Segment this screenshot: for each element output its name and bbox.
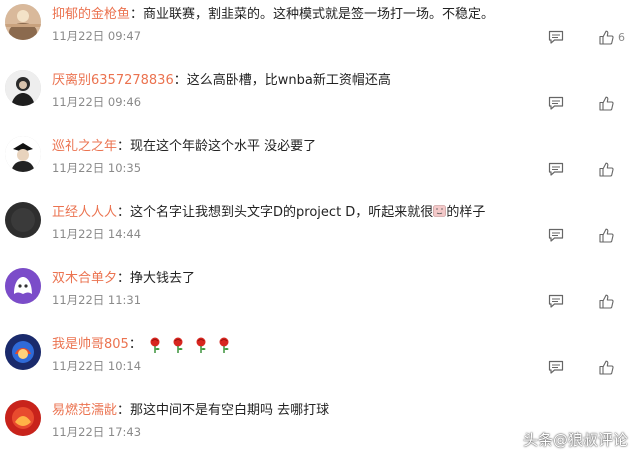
username[interactable]: 双木合单夕 <box>52 271 117 286</box>
separator: ： <box>117 403 131 418</box>
comment-item: 正经人人人：这个名字让我想到头文字D的project D，听起来就很 的样子 11… <box>0 198 640 264</box>
separator: ： <box>173 73 187 88</box>
comment-icon[interactable] <box>548 294 564 308</box>
thumbs-up-icon[interactable] <box>599 162 614 177</box>
avatar[interactable] <box>5 202 41 238</box>
timestamp: 11月22日 10:35 <box>52 161 142 175</box>
username[interactable]: 我是帅哥805 <box>52 337 129 352</box>
avatar[interactable] <box>5 334 41 370</box>
comment-item: 我是帅哥805： 11月22日 10:14 <box>0 330 640 396</box>
watermark: 头条@狼叔评论 <box>522 431 628 449</box>
comment-line: 巡礼之之年：现在这个年龄这个水平 没必要了 <box>52 138 316 156</box>
avatar[interactable] <box>5 400 41 436</box>
thumbs-up-icon[interactable] <box>599 360 614 375</box>
timestamp: 11月22日 09:46 <box>52 95 142 109</box>
timestamp: 11月22日 17:43 <box>52 425 142 439</box>
avatar[interactable] <box>5 136 41 172</box>
comment-text: 商业联赛，割韭菜的。这种模式就是签一场打一场。不稳定。 <box>143 7 495 22</box>
comment-text: 这么高卧槽，比wnba新工资帽还高 <box>186 73 391 88</box>
comment-icon[interactable] <box>548 360 564 374</box>
separator: ： <box>117 205 131 220</box>
comment-text: 现在这个年龄这个水平 没必要了 <box>130 139 317 154</box>
thumbs-up-icon[interactable] <box>599 30 614 45</box>
avatar[interactable] <box>5 70 41 106</box>
comment-item: 厌离别6357278836：这么高卧槽，比wnba新工资帽还高 11月22日 0… <box>0 66 640 132</box>
separator: ： <box>130 7 144 22</box>
username[interactable]: 抑郁的金枪鱼 <box>52 7 130 22</box>
rose-emoji-icon <box>196 337 206 353</box>
username[interactable]: 厌离别6357278836 <box>52 73 174 88</box>
comment-line: 双木合单夕：挣大钱去了 <box>52 270 195 288</box>
rose-emoji-group <box>148 337 231 353</box>
comment-line: 易燃范濡龀：那这中间不是有空白期吗 去哪打球 <box>52 402 329 420</box>
comment-line: 厌离别6357278836：这么高卧槽，比wnba新工资帽还高 <box>52 72 391 90</box>
comment-line: 正经人人人：这个名字让我想到头文字D的project D，听起来就很 的样子 <box>52 204 485 222</box>
avatar[interactable] <box>5 4 41 40</box>
rose-emoji-icon <box>173 337 183 353</box>
rose-emoji-icon <box>150 337 160 353</box>
thumbs-up-icon[interactable] <box>599 294 614 309</box>
comment-item: 巡礼之之年：现在这个年龄这个水平 没必要了 11月22日 10:35 <box>0 132 640 198</box>
username[interactable]: 正经人人人 <box>52 205 117 220</box>
like-count: 6 <box>618 31 625 44</box>
comment-icon[interactable] <box>548 228 564 242</box>
comment-text: 那这中间不是有空白期吗 去哪打球 <box>130 403 330 418</box>
avatar[interactable] <box>5 268 41 304</box>
timestamp: 11月22日 11:31 <box>52 293 142 307</box>
username[interactable]: 巡礼之之年 <box>52 139 117 154</box>
thumbs-up-icon[interactable] <box>599 228 614 243</box>
comment-icon[interactable] <box>548 96 564 110</box>
comment-icon[interactable] <box>548 162 564 176</box>
thumbs-up-icon[interactable] <box>599 96 614 111</box>
comment-item: 抑郁的金枪鱼：商业联赛，割韭菜的。这种模式就是签一场打一场。不稳定。 11月22… <box>0 0 640 66</box>
comment-line: 我是帅哥805： <box>52 336 231 354</box>
timestamp: 11月22日 09:47 <box>52 29 142 43</box>
comment-text-end: 的样子 <box>446 205 486 220</box>
comment-text: 挣大钱去了 <box>130 271 196 286</box>
separator: ： <box>117 139 131 154</box>
comment-icon[interactable] <box>548 30 564 44</box>
comment-line: 抑郁的金枪鱼：商业联赛，割韭菜的。这种模式就是签一场打一场。不稳定。 <box>52 6 494 24</box>
rose-emoji-icon <box>219 337 229 353</box>
username[interactable]: 易燃范濡龀 <box>52 403 117 418</box>
timestamp: 11月22日 14:44 <box>52 227 142 241</box>
timestamp: 11月22日 10:14 <box>52 359 142 373</box>
separator: ： <box>117 271 131 286</box>
embarrassed-emoji-icon <box>433 205 447 217</box>
comment-text: 这个名字让我想到头文字D的project D，听起来就很 <box>130 205 434 220</box>
separator: ： <box>128 337 142 352</box>
comment-item: 双木合单夕：挣大钱去了 11月22日 11:31 <box>0 264 640 330</box>
